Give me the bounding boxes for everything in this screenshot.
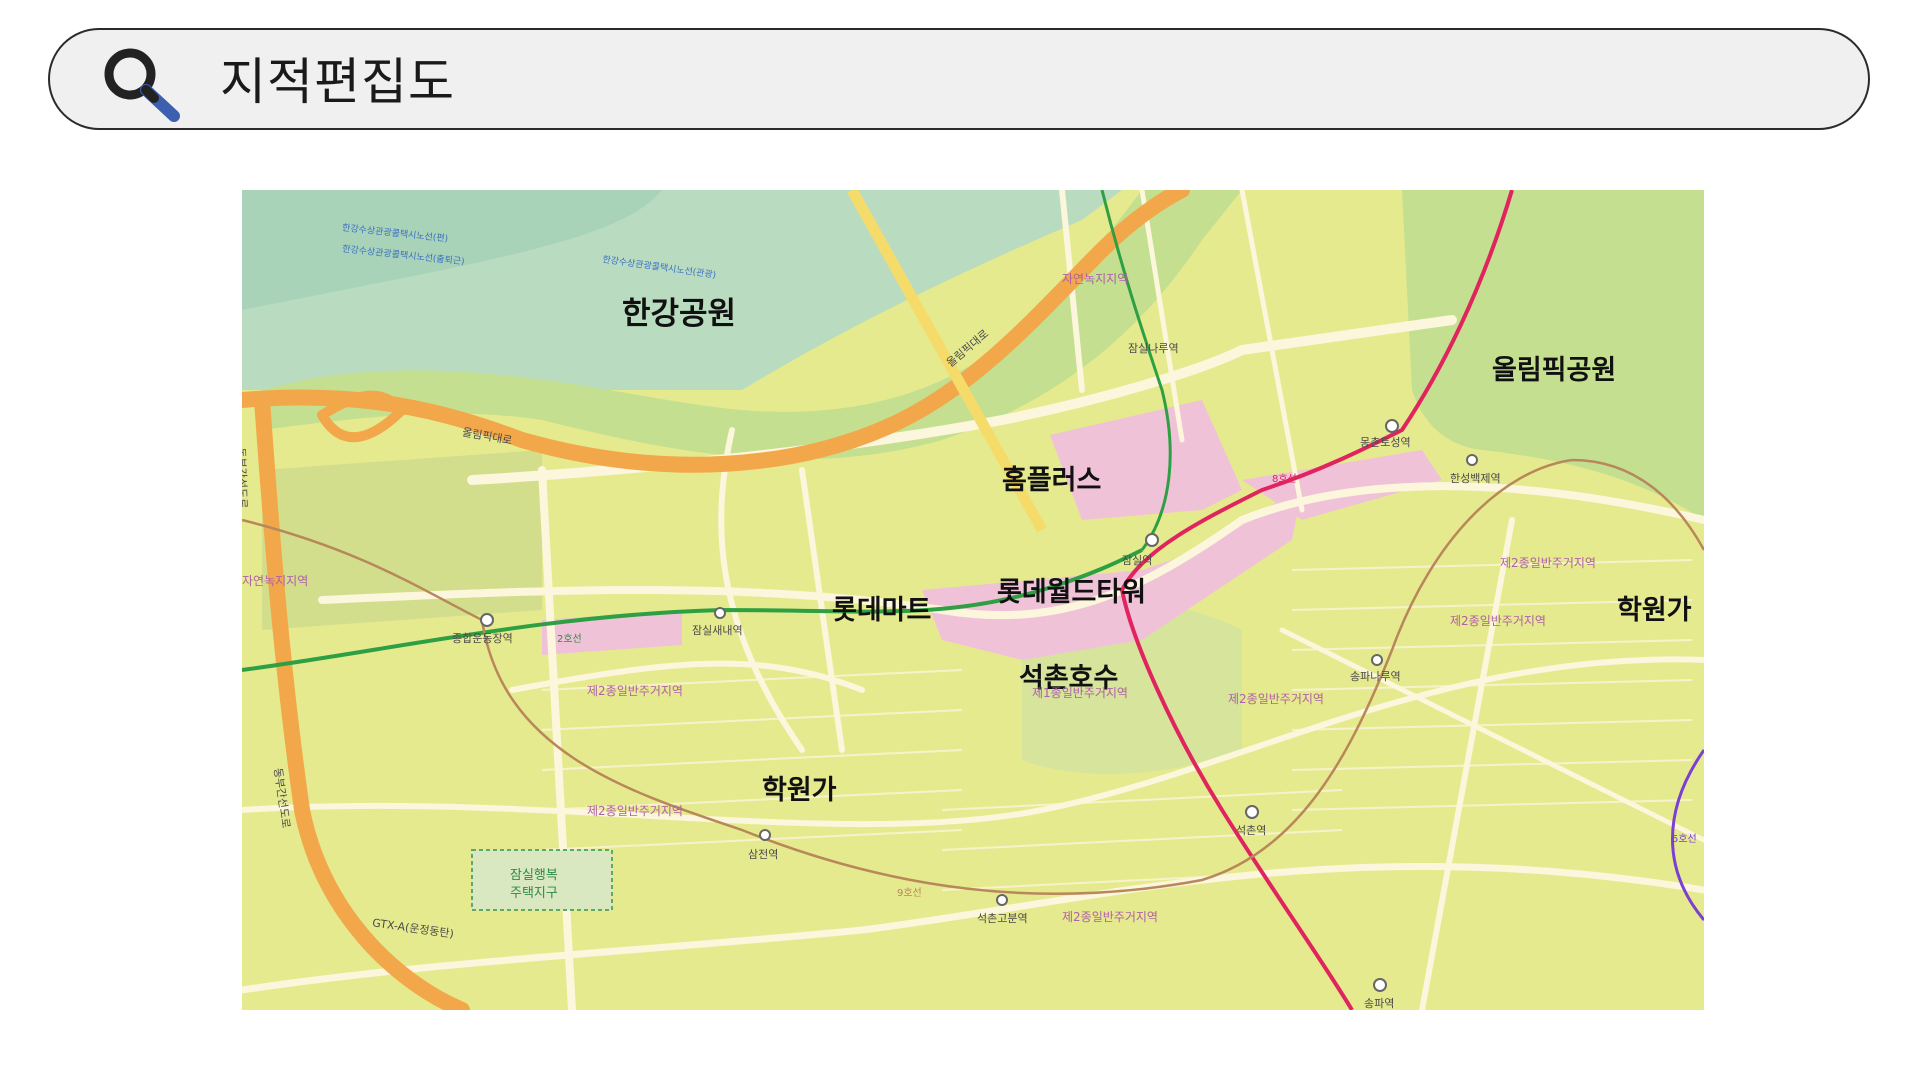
jamsil-happy-label: 잠실행복 — [510, 868, 558, 883]
line-8-label: 8호선 — [1272, 474, 1297, 485]
zone-natural-green: 자연녹지지역 — [242, 574, 309, 588]
station-seokchon[interactable]: 석촌역 — [1236, 822, 1266, 838]
station-seokchongobun[interactable]: 석촌고분역 — [977, 910, 1028, 926]
zone-natural-green: 자연녹지지역 — [1062, 272, 1129, 286]
station-hanseong-baekje[interactable]: 한성백제역 — [1450, 470, 1501, 486]
station-sports-complex[interactable]: 종합운동장역 — [452, 630, 513, 646]
zone-residential-1: 제1종일반주거지역 — [1032, 686, 1128, 700]
jamsil-happy-label: 주택지구 — [510, 886, 558, 901]
station-samjeon[interactable]: 삼전역 — [748, 846, 778, 862]
zone-residential-2: 제2종일반주거지역 — [1062, 910, 1158, 924]
place-academy-west[interactable]: 학원가 — [762, 768, 837, 807]
zone-residential-2: 제2종일반주거지역 — [1500, 556, 1596, 570]
zone-residential-2: 제2종일반주거지역 — [1228, 692, 1324, 706]
map[interactable]: 한강공원 올림픽공원 홈플러스 롯데월드타워 롯데마트 석촌호수 학원가 학원가… — [242, 190, 1704, 1010]
line-2-label: 2호선 — [557, 634, 582, 645]
search-title: 지적편집도 — [220, 53, 455, 111]
line-5-label: 5호선 — [1672, 834, 1697, 845]
zone-residential-2: 제2종일반주거지역 — [587, 804, 683, 818]
station-songpanaru[interactable]: 송파나루역 — [1350, 668, 1401, 684]
zone-residential-2: 제2종일반주거지역 — [1450, 614, 1546, 628]
station-jamsilsaenae[interactable]: 잠실새내역 — [692, 622, 743, 638]
search-icon[interactable] — [98, 44, 186, 124]
station-mongchontoseong[interactable]: 몽촌토성역 — [1360, 434, 1411, 450]
place-hangang-park[interactable]: 한강공원 — [622, 288, 736, 333]
station-jamsilnaru[interactable]: 잠실나루역 — [1128, 340, 1179, 356]
station-jamsil[interactable]: 잠실역 — [1122, 552, 1152, 568]
line-9-label: 9호선 — [897, 888, 922, 899]
map-base — [242, 190, 1704, 1010]
place-academy-east[interactable]: 학원가 — [1617, 588, 1692, 627]
zone-residential-2: 제2종일반주거지역 — [587, 684, 683, 698]
place-homeplus[interactable]: 홈플러스 — [1002, 458, 1101, 497]
place-olympic-park[interactable]: 올림픽공원 — [1492, 348, 1616, 387]
place-lotte-world-tower[interactable]: 롯데월드타워 — [997, 570, 1146, 609]
station-songpa[interactable]: 송파역 — [1364, 995, 1394, 1010]
search-bar[interactable]: 지적편집도 — [48, 28, 1870, 130]
place-lotte-mart[interactable]: 롯데마트 — [832, 588, 931, 627]
